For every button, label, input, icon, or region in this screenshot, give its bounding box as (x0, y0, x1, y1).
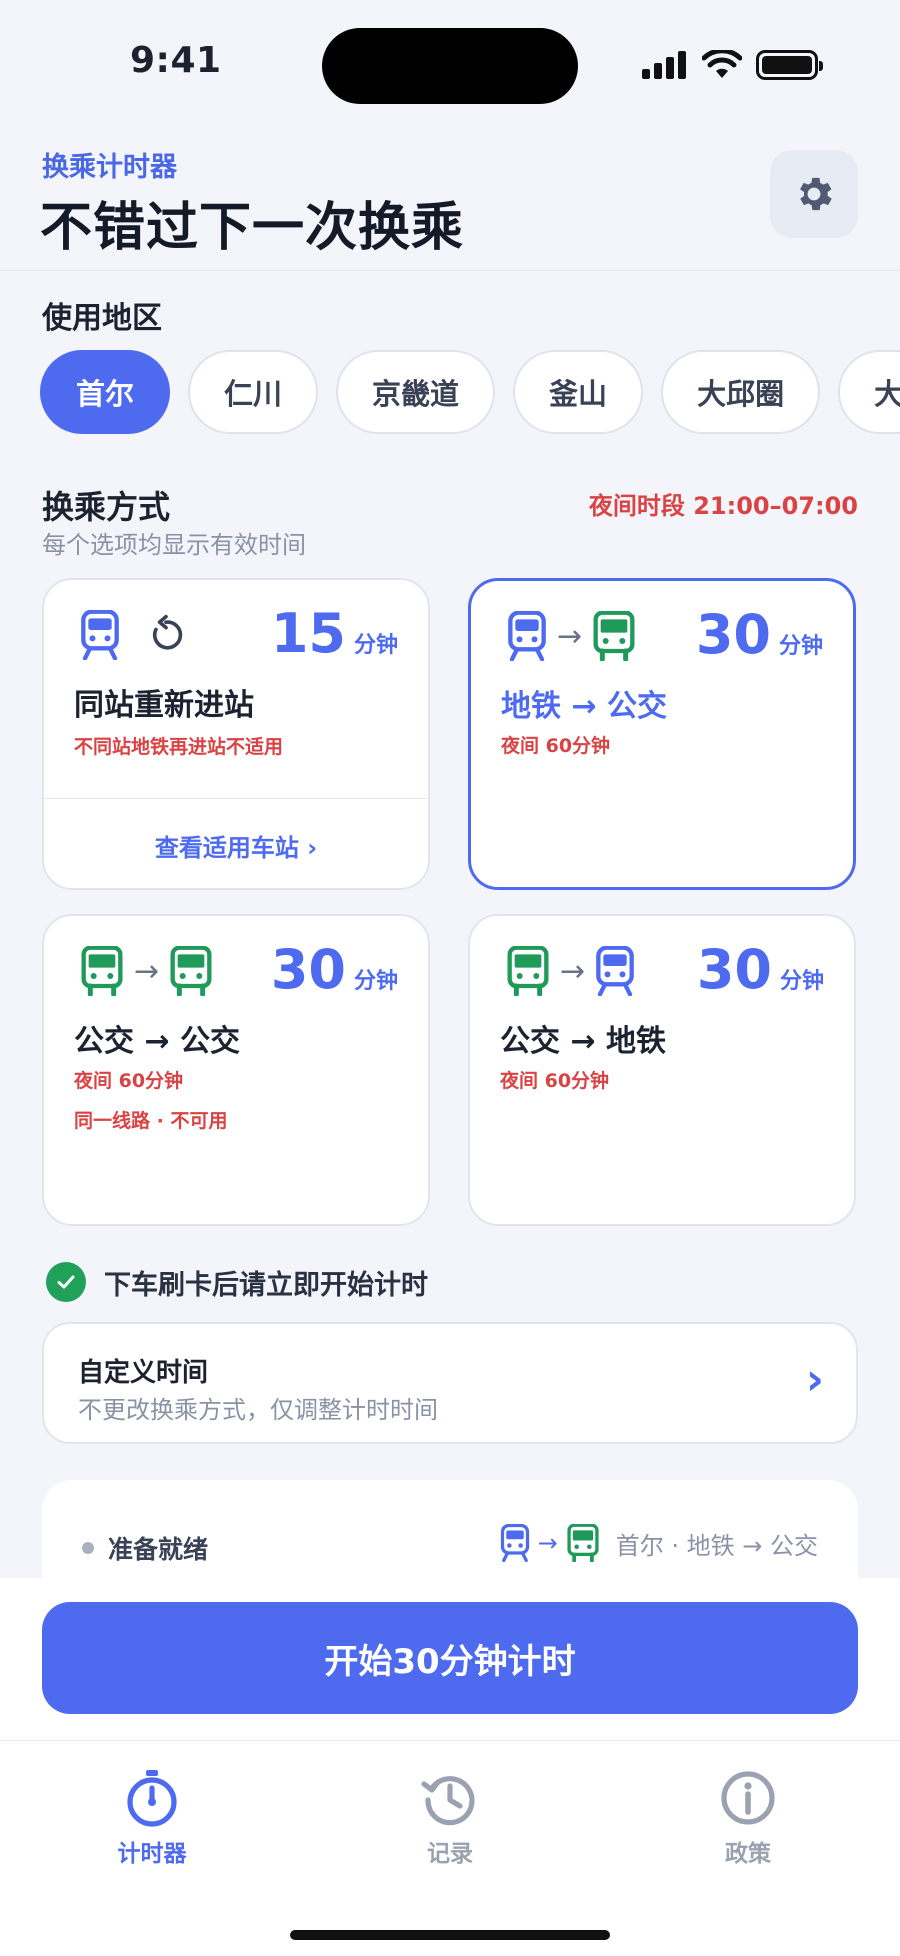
dynamic-island (322, 28, 578, 104)
header-divider (0, 270, 900, 271)
home-indicator (290, 1930, 610, 1940)
card-title: 公交 → 公交 (74, 1024, 241, 1059)
status-route-text: 首尔 · 地铁 → 公交 (615, 1531, 818, 1560)
start-timer-button[interactable]: 开始30分钟计时 (42, 1602, 858, 1714)
subway-icon (508, 611, 546, 661)
card-title: 地铁 → 公交 (501, 689, 668, 724)
card-bus-to-subway[interactable]: → 30 分钟 公交 → 地铁 夜间 60分钟 (468, 914, 856, 1226)
card-note-same-route: 同一线路 · 不可用 (74, 1110, 228, 1132)
wifi-icon (702, 50, 742, 78)
app-eyebrow: 换乘计时器 (42, 152, 177, 183)
card-minutes: 30 (695, 603, 771, 666)
arrow-icon: → (537, 1529, 558, 1557)
tab-policy[interactable]: 政策 (648, 1768, 848, 1868)
chevron-right-icon: › (805, 1354, 824, 1405)
page-title: 不错过下一次换乘 (40, 198, 465, 258)
transfer-mode-title: 换乘方式 (42, 488, 171, 526)
region-chip-seoul[interactable]: 首尔 (40, 350, 171, 434)
card-title: 公交 → 地铁 (500, 1024, 667, 1059)
history-icon (421, 1776, 475, 1826)
custom-time-title: 自定义时间 (78, 1358, 209, 1388)
bus-icon (593, 611, 635, 661)
card-note: 夜间 60分钟 (74, 1070, 184, 1092)
subway-icon (596, 946, 634, 996)
arrow-icon: → (557, 618, 583, 654)
view-stations-link[interactable]: 查看适用车站 › (44, 828, 428, 863)
card-note: 夜间 60分钟 (500, 1070, 610, 1092)
bus-icon (170, 946, 212, 996)
subway-icon (81, 610, 119, 660)
signal-icon (642, 51, 686, 79)
bus-icon (507, 946, 549, 996)
region-chip-incheon[interactable]: 仁川 (188, 350, 319, 434)
card-bus-to-bus[interactable]: → 30 分钟 公交 → 公交 夜间 60分钟 同一线路 · 不可用 (42, 914, 430, 1226)
status-ready-text: 准备就绪 (108, 1535, 209, 1564)
card-unit: 分钟 (779, 969, 824, 994)
card-note: 夜间 60分钟 (501, 735, 611, 757)
card-same-station-reentry[interactable]: 15 分钟 同站重新进站 不同站地铁再进站不适用 查看适用车站 › (42, 578, 430, 890)
tab-history[interactable]: 记录 (350, 1768, 550, 1868)
custom-time-subtitle: 不更改换乘方式，仅调整计时时间 (78, 1396, 438, 1424)
region-chip-partial[interactable]: 大 (838, 350, 900, 434)
card-unit: 分钟 (353, 969, 398, 994)
card-subway-to-bus[interactable]: → 30 分钟 地铁 → 公交 夜间 60分钟 (468, 578, 856, 890)
tap-hint: 下车刷卡后请立即开始计时 (46, 1262, 428, 1302)
tab-timer[interactable]: 计时器 (52, 1768, 252, 1868)
status-dot (82, 1542, 94, 1554)
check-circle-icon (46, 1262, 86, 1302)
status-route: → 首尔 · 地铁 → 公交 (500, 1524, 818, 1562)
stopwatch-icon (127, 1770, 177, 1827)
card-minutes: 30 (696, 938, 772, 1001)
card-minutes: 15 (270, 602, 346, 665)
region-chip-busan[interactable]: 釜山 (513, 350, 644, 434)
bus-icon (81, 946, 123, 996)
tab-policy-label: 政策 (725, 1841, 771, 1867)
region-chip-gyeonggi[interactable]: 京畿道 (336, 350, 496, 434)
status-time: 9:41 (130, 40, 222, 81)
custom-time-row[interactable]: 自定义时间 不更改换乘方式，仅调整计时时间 › (42, 1322, 858, 1444)
arrow-icon: → (560, 953, 586, 989)
tab-timer-label: 计时器 (117, 1841, 187, 1867)
region-chip-daegu[interactable]: 大邱圈 (661, 350, 821, 434)
arrow-icon: → (134, 953, 160, 989)
night-hours-label: 夜间时段 21:00–07:00 (588, 492, 858, 520)
settings-button[interactable] (770, 150, 858, 238)
info-icon (721, 1771, 775, 1825)
card-divider (44, 798, 428, 799)
card-unit: 分钟 (353, 633, 398, 658)
tap-hint-text: 下车刷卡后请立即开始计时 (104, 1269, 428, 1301)
card-note: 不同站地铁再进站不适用 (74, 736, 284, 758)
card-unit: 分钟 (778, 634, 823, 659)
gear-icon (800, 177, 832, 211)
battery-icon (756, 50, 823, 80)
region-label: 使用地区 (42, 301, 162, 336)
status-icons (642, 50, 823, 80)
card-title: 同站重新进站 (74, 688, 254, 723)
region-chips: 首尔 仁川 京畿道 釜山 大邱圈 大 (40, 350, 900, 434)
tab-history-label: 记录 (427, 1841, 473, 1867)
reentry-icon (152, 614, 183, 650)
bus-icon (567, 1524, 599, 1562)
subway-icon (500, 1524, 529, 1562)
card-minutes: 30 (270, 938, 346, 1001)
transfer-mode-subtitle: 每个选项均显示有效时间 (42, 531, 306, 559)
tabbar-divider (0, 1740, 900, 1741)
